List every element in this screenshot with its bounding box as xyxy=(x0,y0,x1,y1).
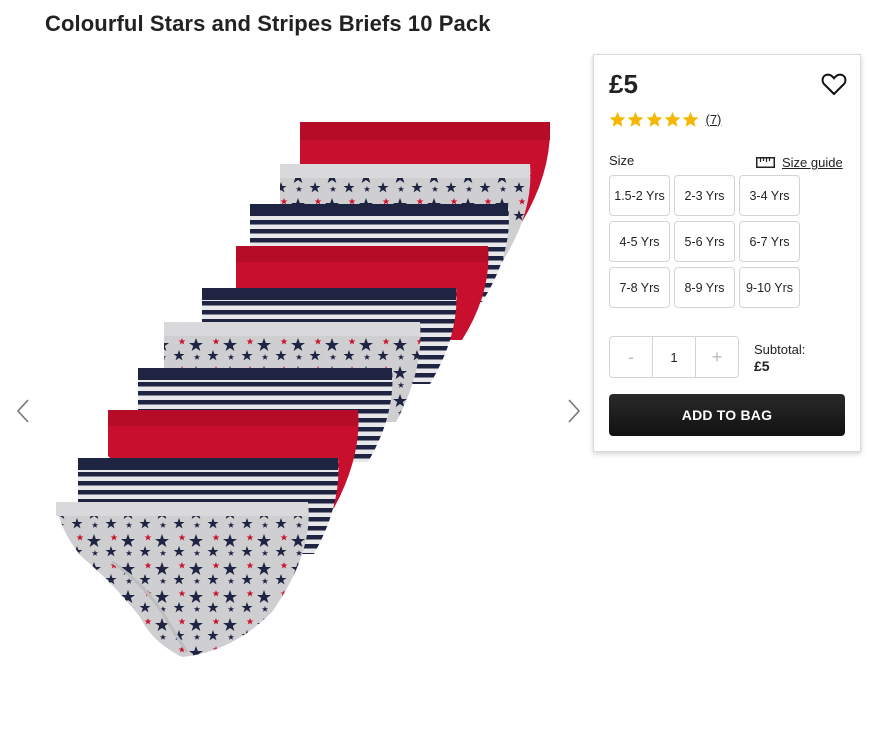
gallery-prev-button[interactable] xyxy=(14,398,34,424)
heart-icon xyxy=(821,73,847,96)
ruler-icon xyxy=(756,157,775,168)
star-icon xyxy=(646,111,662,127)
subtotal: Subtotal: £5 xyxy=(754,341,805,375)
size-option-button[interactable]: 3-4 Yrs xyxy=(739,175,800,216)
subtotal-value: £5 xyxy=(754,358,770,374)
chevron-left-icon xyxy=(16,399,29,423)
price: £5 xyxy=(609,69,638,99)
rating: (7) xyxy=(609,110,721,128)
star-rating xyxy=(609,111,700,128)
star-icon xyxy=(664,111,681,127)
product-image xyxy=(52,112,562,672)
size-guide-link[interactable]: Size guide xyxy=(756,155,843,170)
size-guide-label: Size guide xyxy=(782,155,843,170)
star-icon xyxy=(627,111,644,127)
size-option-button[interactable]: 4-5 Yrs xyxy=(609,221,670,262)
size-options: 1.5-2 Yrs 2-3 Yrs 3-4 Yrs 4-5 Yrs 5-6 Yrs 6-7… xyxy=(609,175,804,308)
size-label: Size xyxy=(609,153,635,168)
size-option-button[interactable]: 1.5-2 Yrs xyxy=(609,175,670,216)
review-count-link[interactable]: (7) xyxy=(705,112,721,127)
quantity-stepper: - 1 + xyxy=(609,336,739,378)
chevron-right-icon xyxy=(568,399,581,423)
star-icon xyxy=(682,111,699,127)
star-icon xyxy=(609,111,626,127)
quantity-decrease-button[interactable]: - xyxy=(610,337,652,377)
product-title: Colourful Stars and Stripes Briefs 10 Pa… xyxy=(45,11,491,36)
quantity-value[interactable]: 1 xyxy=(652,337,696,377)
wishlist-button[interactable] xyxy=(820,70,848,98)
size-option-button[interactable]: 6-7 Yrs xyxy=(739,221,800,262)
size-option-button[interactable]: 5-6 Yrs xyxy=(674,221,735,262)
subtotal-label: Subtotal: xyxy=(754,342,806,357)
size-option-button[interactable]: 2-3 Yrs xyxy=(674,175,735,216)
size-option-button[interactable]: 7-8 Yrs xyxy=(609,267,670,308)
gallery-next-button[interactable] xyxy=(563,398,583,424)
quantity-increase-button[interactable]: + xyxy=(696,337,738,377)
size-option-button[interactable]: 9-10 Yrs xyxy=(739,267,800,308)
add-to-bag-button[interactable]: ADD TO BAG xyxy=(609,394,845,436)
purchase-panel: £5 (7) Size Size guide 1.5-2 Yrs 2-3 Yrs 3… xyxy=(593,54,861,452)
size-option-button[interactable]: 8-9 Yrs xyxy=(674,267,735,308)
